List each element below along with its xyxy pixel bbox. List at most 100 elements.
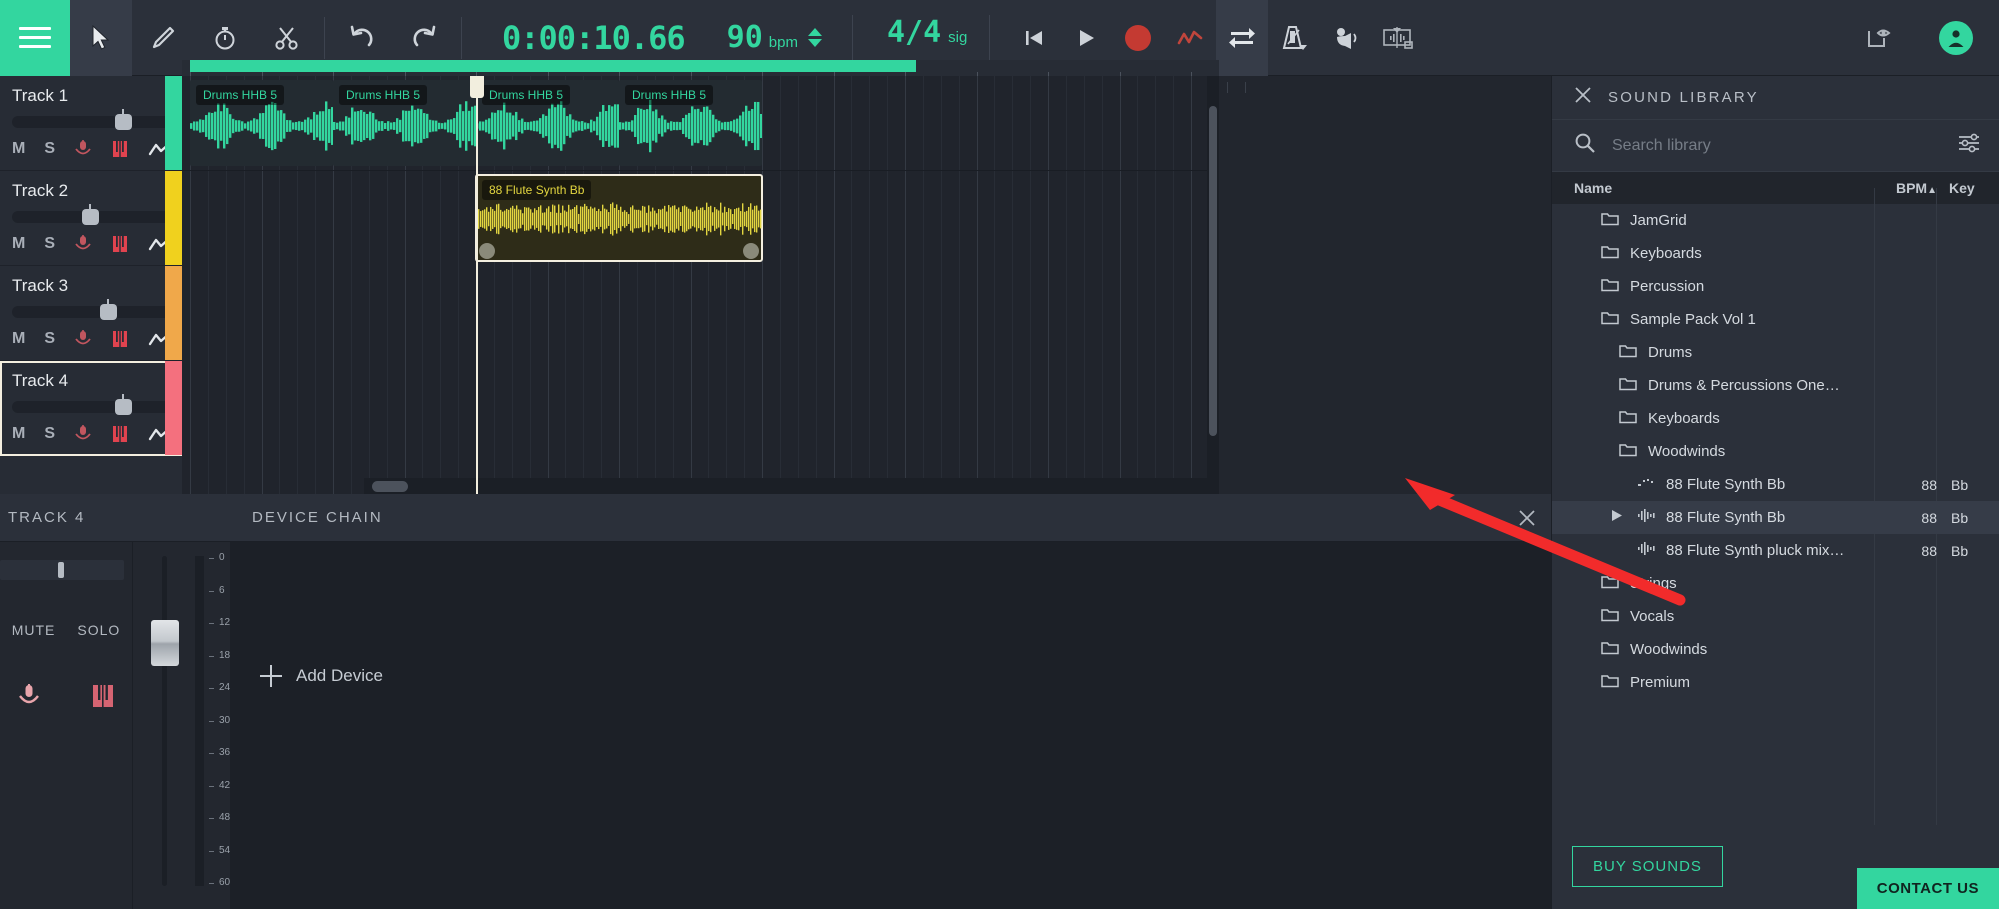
library-row[interactable]: Woodwinds bbox=[1552, 633, 1999, 666]
column-key[interactable]: Key bbox=[1937, 180, 1999, 196]
fader-track[interactable] bbox=[162, 556, 167, 886]
track-solo-button[interactable]: S bbox=[44, 425, 55, 443]
device-chain-area[interactable]: Add Device bbox=[230, 542, 1551, 909]
filter-sliders-icon[interactable] bbox=[1957, 132, 1981, 159]
solo-button[interactable]: SOLO bbox=[77, 622, 120, 638]
track-solo-button[interactable]: S bbox=[44, 330, 55, 348]
pan-knob[interactable] bbox=[58, 562, 64, 578]
library-list[interactable]: JamGrid Keyboards Percussion Sample Pack Vo… bbox=[1552, 204, 1999, 825]
library-row[interactable]: 88 Flute Synth Bb 88 Bb bbox=[1552, 501, 1999, 534]
track-name-label: Track 3 bbox=[12, 276, 69, 295]
library-row[interactable]: Drums bbox=[1552, 336, 1999, 369]
select-tool[interactable] bbox=[70, 0, 132, 76]
library-row[interactable]: Premium bbox=[1552, 666, 1999, 699]
mute-solo-row: MUTE SOLO bbox=[0, 622, 132, 638]
buy-sounds-button[interactable]: BUY SOUNDS bbox=[1572, 846, 1723, 887]
tempo-control[interactable]: 90 bpm bbox=[711, 20, 830, 55]
time-signature-control[interactable]: 4/4 sig bbox=[851, 14, 989, 61]
transport-timecode[interactable]: 0:00:10.66 bbox=[468, 19, 711, 57]
library-row[interactable]: 88 Flute Synth pluck mix… 88 Bb bbox=[1552, 534, 1999, 567]
microphone-icon[interactable] bbox=[74, 139, 92, 159]
playhead-handle[interactable] bbox=[470, 76, 484, 98]
track-mute-button[interactable]: M bbox=[12, 425, 25, 443]
library-row[interactable]: Drums & Percussions One… bbox=[1552, 369, 1999, 402]
track-volume-slider[interactable] bbox=[12, 299, 170, 320]
audio-clip[interactable]: Drums HHB 5 bbox=[619, 80, 762, 166]
track-volume-knob[interactable] bbox=[82, 204, 100, 225]
track-solo-button[interactable]: S bbox=[44, 235, 55, 253]
search-input[interactable] bbox=[1612, 136, 1941, 155]
library-row-label: Sample Pack Vol 1 bbox=[1630, 311, 1756, 328]
track-mute-button[interactable]: M bbox=[12, 235, 25, 253]
audio-clip[interactable]: Drums HHB 5 bbox=[190, 80, 333, 166]
track-solo-button[interactable]: S bbox=[44, 140, 55, 158]
microphone-icon[interactable] bbox=[74, 424, 92, 444]
library-row[interactable]: Woodwinds bbox=[1552, 435, 1999, 468]
snap-button[interactable] bbox=[1372, 0, 1424, 76]
library-row[interactable]: Percussion bbox=[1552, 270, 1999, 303]
library-row[interactable]: Keyboards bbox=[1552, 402, 1999, 435]
track-mute-button[interactable]: M bbox=[12, 330, 25, 348]
library-row[interactable]: Sample Pack Vol 1 bbox=[1552, 303, 1999, 336]
piano-keys-icon[interactable] bbox=[111, 139, 129, 159]
column-name[interactable]: Name bbox=[1552, 180, 1875, 196]
microphone-icon[interactable] bbox=[16, 682, 42, 717]
metronome-button[interactable] bbox=[1268, 0, 1320, 76]
library-row[interactable]: Strings bbox=[1552, 567, 1999, 600]
add-device-button[interactable]: Add Device bbox=[260, 665, 383, 687]
audio-clip[interactable]: 88 Flute Synth Bb bbox=[475, 174, 763, 262]
library-row[interactable]: 88 Flute Synth Bb 88 Bb bbox=[1552, 468, 1999, 501]
close-icon[interactable] bbox=[1574, 86, 1592, 109]
library-row[interactable]: Keyboards bbox=[1552, 237, 1999, 270]
library-row[interactable]: JamGrid bbox=[1552, 204, 1999, 237]
track-header-1[interactable]: Track 1 M S bbox=[0, 76, 182, 171]
audio-clip[interactable]: Drums HHB 5 bbox=[333, 80, 476, 166]
arrangement-area[interactable]: Drums HHB 5 Drums HHB 5 Drums HHB 5 Drums H… bbox=[182, 76, 1219, 494]
count-in-button[interactable] bbox=[1320, 0, 1372, 76]
meter-scale-tick bbox=[209, 883, 214, 884]
track-header-4[interactable]: Track 4 M S bbox=[0, 361, 182, 456]
track-volume-slider[interactable] bbox=[12, 109, 170, 130]
column-bpm[interactable]: BPM▲ bbox=[1875, 180, 1937, 196]
track-volume-knob[interactable] bbox=[114, 394, 132, 415]
close-icon[interactable] bbox=[1503, 508, 1551, 528]
mute-button[interactable]: MUTE bbox=[12, 622, 56, 638]
microphone-icon[interactable] bbox=[74, 329, 92, 349]
track-header-2[interactable]: Track 2 M S bbox=[0, 171, 182, 266]
library-row[interactable]: Vocals bbox=[1552, 600, 1999, 633]
playhead[interactable] bbox=[476, 76, 478, 494]
toolbar-divider-2 bbox=[461, 16, 462, 59]
piano-keys-icon[interactable] bbox=[111, 234, 129, 254]
arrange-vertical-scrollbar[interactable] bbox=[1207, 76, 1219, 494]
bpm-stepper[interactable] bbox=[807, 28, 822, 47]
piano-keys-icon[interactable] bbox=[90, 682, 116, 717]
loop-region-bar[interactable] bbox=[190, 60, 916, 72]
user-avatar-icon[interactable] bbox=[1939, 20, 1973, 55]
arrange-horizontal-scrollbar[interactable] bbox=[364, 478, 1219, 494]
track-volume-slider[interactable] bbox=[12, 204, 170, 225]
track-volume-slider[interactable] bbox=[12, 394, 170, 415]
scroll-thumb-vertical[interactable] bbox=[1209, 106, 1217, 436]
hamburger-menu-icon[interactable] bbox=[0, 0, 70, 76]
audio-clip[interactable]: Drums HHB 5 bbox=[476, 80, 619, 166]
scroll-thumb-left[interactable] bbox=[372, 481, 408, 492]
clip-label: Drums HHB 5 bbox=[196, 85, 285, 105]
share-preview-button[interactable] bbox=[1849, 0, 1911, 76]
volume-fader-knob[interactable] bbox=[151, 620, 179, 666]
contact-us-button[interactable]: CONTACT US bbox=[1856, 868, 1999, 909]
piano-keys-icon[interactable] bbox=[111, 329, 129, 349]
track-volume-knob[interactable] bbox=[114, 109, 132, 130]
piano-keys-icon[interactable] bbox=[111, 424, 129, 444]
device-chain-label: DEVICE CHAIN bbox=[252, 509, 383, 526]
track-mute-button[interactable]: M bbox=[12, 140, 25, 158]
loop-button[interactable] bbox=[1216, 0, 1269, 76]
clip-fade-handle-right[interactable] bbox=[743, 243, 759, 259]
track-header-3[interactable]: Track 3 M S bbox=[0, 266, 182, 361]
waveform-icon bbox=[1637, 508, 1655, 527]
bpm-label: bpm bbox=[768, 34, 798, 51]
track-volume-knob[interactable] bbox=[99, 299, 117, 320]
library-play-icon[interactable] bbox=[1610, 509, 1626, 526]
pan-slider[interactable] bbox=[0, 560, 124, 580]
microphone-icon[interactable] bbox=[74, 234, 92, 254]
clip-fade-handle-left[interactable] bbox=[479, 243, 495, 259]
